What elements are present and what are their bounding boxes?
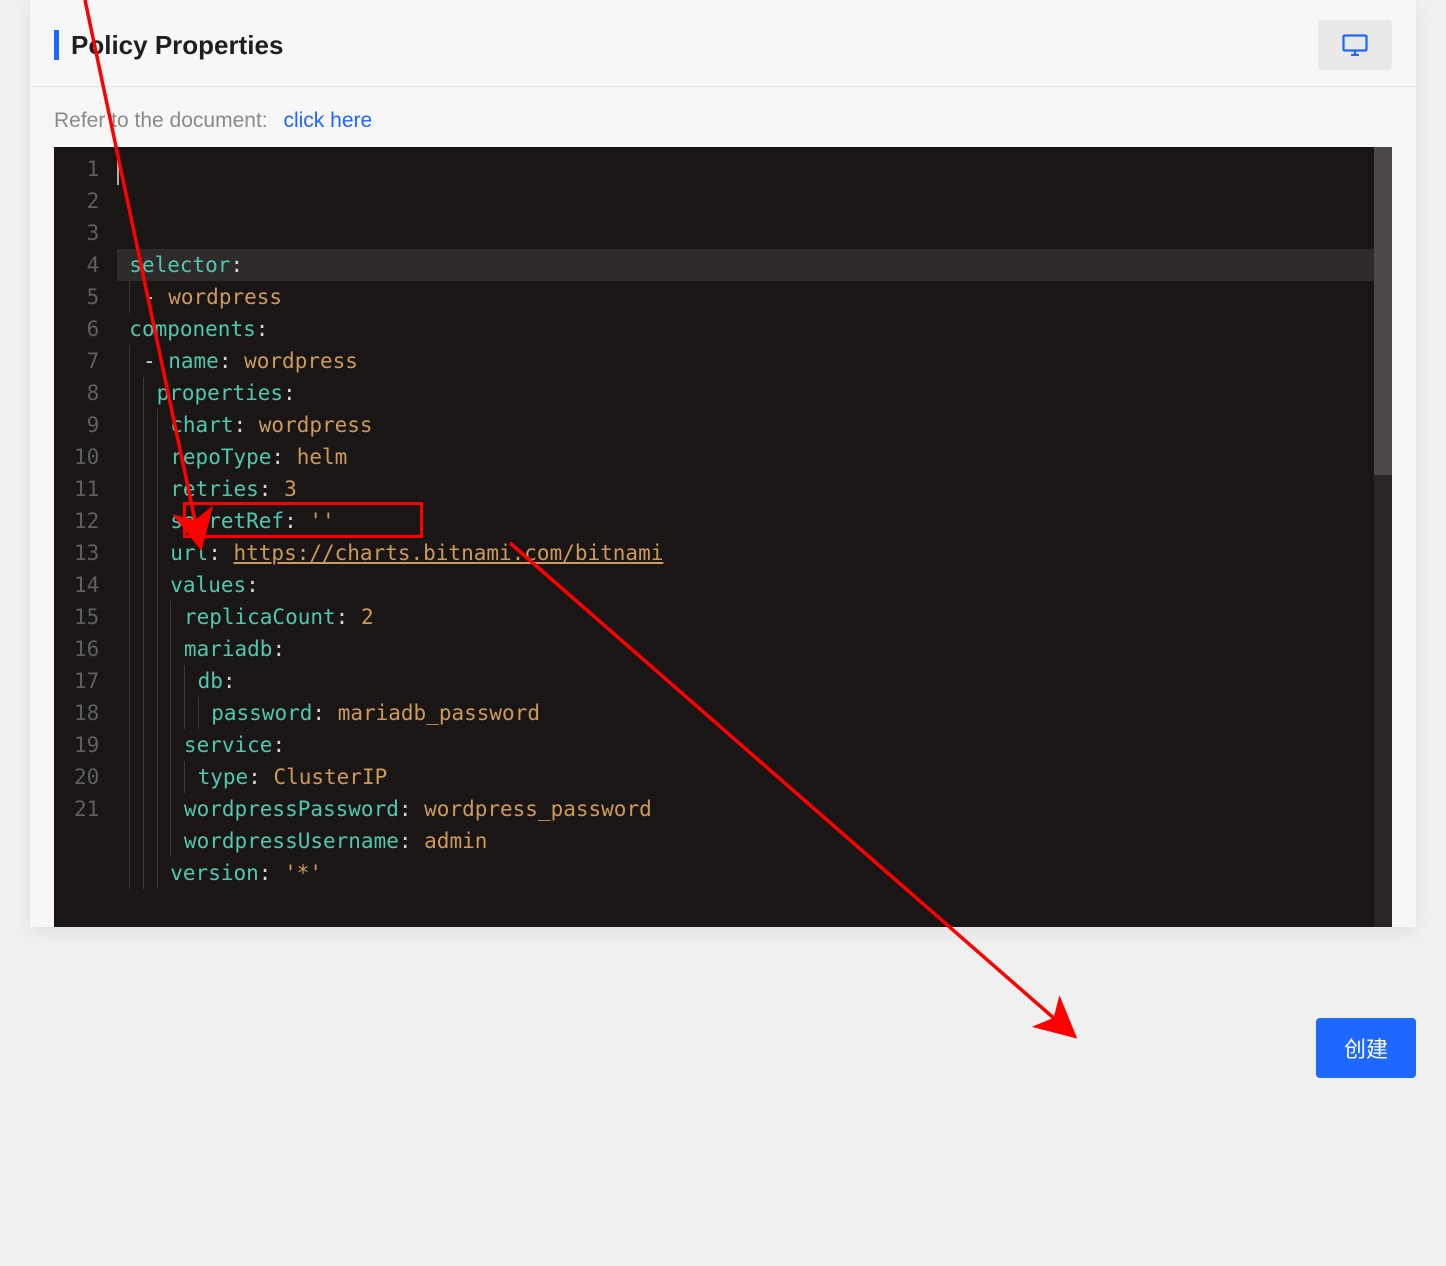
code-line[interactable] (129, 889, 1392, 921)
card-header: Policy Properties (30, 0, 1416, 87)
line-number: 14 (74, 569, 99, 601)
line-number: 11 (74, 473, 99, 505)
code-line[interactable]: version: '*' (129, 857, 1392, 889)
line-number: 16 (74, 633, 99, 665)
code-line[interactable]: replicaCount: 2 (129, 601, 1392, 633)
code-line[interactable]: wordpressPassword: wordpress_password (129, 793, 1392, 825)
line-number: 8 (74, 377, 99, 409)
code-line[interactable]: - wordpress (129, 281, 1392, 313)
code-editor[interactable]: 123456789101112131415161718192021 select… (54, 147, 1392, 927)
code-line[interactable]: retries: 3 (129, 473, 1392, 505)
code-line[interactable]: values: (129, 569, 1392, 601)
line-number: 15 (74, 601, 99, 633)
doc-link[interactable]: click here (283, 109, 372, 132)
line-number-gutter: 123456789101112131415161718192021 (54, 147, 117, 927)
line-number: 4 (74, 249, 99, 281)
line-number: 19 (74, 729, 99, 761)
code-line[interactable]: selector: (117, 249, 1392, 281)
code-line[interactable]: type: ClusterIP (129, 761, 1392, 793)
scrollbar-thumb[interactable] (1374, 147, 1392, 475)
line-number: 6 (74, 313, 99, 345)
code-line[interactable]: db: (129, 665, 1392, 697)
line-number: 2 (74, 185, 99, 217)
line-number: 1 (74, 153, 99, 185)
code-line[interactable]: url: https://charts.bitnami.com/bitnami (129, 537, 1392, 569)
code-line[interactable]: chart: wordpress (129, 409, 1392, 441)
line-number: 17 (74, 665, 99, 697)
code-line[interactable]: mariadb: (129, 633, 1392, 665)
line-number: 7 (74, 345, 99, 377)
line-number: 9 (74, 409, 99, 441)
doc-label: Refer to the document: (54, 109, 268, 132)
code-line[interactable]: - name: wordpress (129, 345, 1392, 377)
view-mode-button[interactable] (1318, 20, 1392, 70)
page-title: Policy Properties (71, 30, 283, 61)
policy-card: Policy Properties Refer to the document:… (30, 0, 1416, 927)
code-line[interactable]: password: mariadb_password (129, 697, 1392, 729)
scrollbar[interactable] (1374, 147, 1392, 927)
code-line[interactable]: components: (129, 313, 1392, 345)
line-number: 10 (74, 441, 99, 473)
code-line[interactable]: wordpressUsername: admin (129, 825, 1392, 857)
line-number: 5 (74, 281, 99, 313)
text-cursor (117, 153, 119, 185)
line-number: 3 (74, 217, 99, 249)
code-line[interactable]: secretRef: '' (129, 505, 1392, 537)
line-number: 18 (74, 697, 99, 729)
code-content[interactable]: selector: - wordpresscomponents: - name:… (117, 147, 1392, 927)
line-number: 12 (74, 505, 99, 537)
title-wrap: Policy Properties (54, 30, 283, 61)
doc-reference-row: Refer to the document: click here (30, 87, 1416, 147)
line-number: 13 (74, 537, 99, 569)
line-number: 20 (74, 761, 99, 793)
line-number: 21 (74, 793, 99, 825)
monitor-icon (1342, 34, 1368, 56)
create-button[interactable]: 创建 (1316, 1018, 1416, 1078)
title-accent-bar (54, 30, 59, 60)
code-line[interactable]: repoType: helm (129, 441, 1392, 473)
code-line[interactable]: service: (129, 729, 1392, 761)
code-line[interactable]: properties: (129, 377, 1392, 409)
